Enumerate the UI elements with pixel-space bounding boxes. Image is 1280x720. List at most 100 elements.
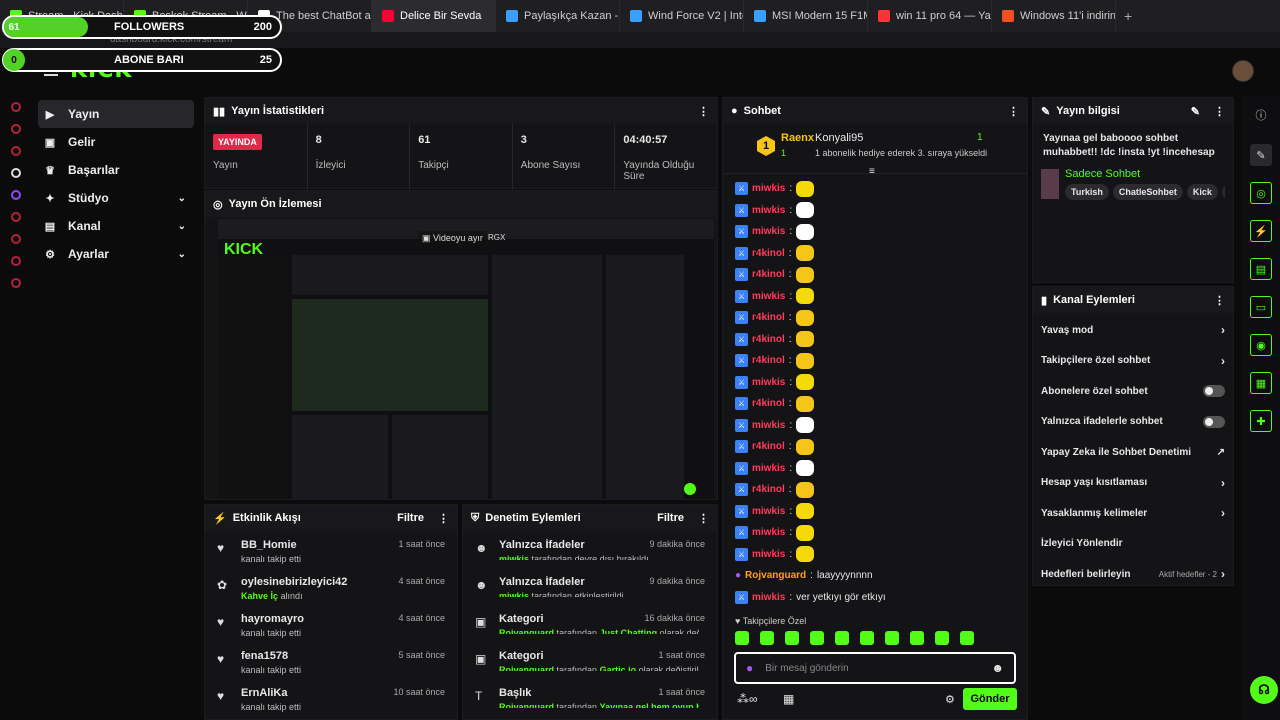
moderation-filter-button[interactable]: Filtre [657, 512, 684, 524]
more-options-icon[interactable]: ⋮ [698, 105, 709, 118]
chat-username[interactable]: r4kinol [752, 269, 785, 280]
more-options-icon[interactable]: ⋮ [1214, 294, 1225, 307]
emote-icon[interactable] [885, 631, 899, 645]
clipboard-icon[interactable]: ▤ [1250, 258, 1272, 280]
toggle-switch[interactable] [1203, 385, 1225, 398]
chevron-right-icon[interactable]: › [1221, 567, 1225, 581]
activity-filter-button[interactable]: Filtre [397, 512, 424, 524]
stream-tag[interactable]: Turkish [1065, 184, 1109, 200]
chevron-down-icon[interactable]: ⌄ [178, 193, 186, 204]
chat-username[interactable]: r4kinol [752, 312, 785, 323]
settings-icon[interactable] [11, 278, 21, 288]
extension-icon[interactable] [11, 102, 21, 112]
chat-username[interactable]: miwkis [752, 506, 785, 517]
chat-username[interactable]: r4kinol [752, 484, 785, 495]
chevron-down-icon[interactable]: ⌄ [178, 221, 186, 232]
stream-tag[interactable]: ChatleSohbet [1112, 184, 1183, 200]
moderation-icon[interactable]: ▦ [1250, 372, 1272, 394]
chat-username[interactable]: miwkis [752, 226, 785, 237]
moderation-item[interactable]: ☻ Yalnızca İfadeler miwkis tarafından devr… [463, 531, 717, 568]
chat-username[interactable]: miwkis [752, 463, 785, 474]
collapse-icon[interactable]: ≡ [869, 166, 875, 177]
moderation-item[interactable]: ▣ Kategori Rojvanguard tarafından Just Cha… [463, 605, 717, 642]
emoji-icon[interactable]: ☻ [991, 661, 1004, 675]
browser-tab[interactable]: MSI Modern 15 F1MG-6 [744, 0, 868, 32]
chevron-right-icon[interactable]: › [1221, 476, 1225, 490]
chat-icon[interactable]: ▭ [1250, 296, 1272, 318]
chat-username[interactable]: miwkis [752, 420, 785, 431]
more-options-icon[interactable]: ⋮ [438, 512, 449, 525]
chat-username[interactable]: r4kinol [752, 248, 785, 259]
category-name[interactable]: Sadece Sohbet [1065, 168, 1225, 180]
chat-username[interactable]: r4kinol [752, 441, 785, 452]
twitch-icon[interactable] [11, 190, 21, 200]
chat-username[interactable]: miwkis [752, 291, 785, 302]
nav-item-5[interactable]: ⚙ Ayarlar ⌄ [38, 240, 194, 268]
focus-icon[interactable]: ◎ [1250, 182, 1272, 204]
moderation-item[interactable]: T Başlık Rojvanguard tarafından Yayınaa ge… [463, 679, 717, 716]
extension-icon[interactable] [11, 212, 21, 222]
extension-icon[interactable] [11, 146, 21, 156]
extension-icon[interactable] [11, 124, 21, 134]
emote-icon[interactable] [835, 631, 849, 645]
chat-username[interactable]: miwkis [752, 183, 785, 194]
more-options-icon[interactable]: ⋮ [1008, 105, 1019, 118]
nav-item-3[interactable]: ✦ Stüdyo ⌄ [38, 184, 194, 212]
activity-item[interactable]: ♥ hayromayro kanalı takip etti 4 saat önce [205, 605, 457, 642]
history-icon[interactable] [11, 234, 21, 244]
chat-settings-icon[interactable]: ⚙ [945, 693, 955, 706]
edit-icon[interactable]: ✎ [1191, 105, 1200, 118]
avatar[interactable] [1232, 60, 1254, 82]
channel-action-item[interactable]: Hesap yaşı kısıtlaması › [1033, 468, 1233, 499]
support-icon[interactable]: ☊ [1250, 676, 1278, 704]
emote-icon[interactable] [760, 631, 774, 645]
toggle-switch[interactable] [1203, 415, 1225, 428]
more-options-icon[interactable]: ⋮ [698, 512, 709, 525]
nav-item-1[interactable]: ▣ Gelir [38, 128, 194, 156]
emote-icon[interactable] [910, 631, 924, 645]
chat-username[interactable]: r4kinol [752, 398, 785, 409]
points-icon[interactable]: ⁂∞ [737, 692, 758, 706]
store-icon[interactable]: ▦ [783, 692, 794, 706]
chat-username[interactable]: r4kinol [752, 334, 785, 345]
kick-small-icon[interactable] [11, 168, 21, 178]
channel-action-item[interactable]: Yalnızca ifadelerle sohbet [1033, 407, 1233, 438]
emote-icon[interactable] [785, 631, 799, 645]
bolt-icon[interactable]: ⚡ [1250, 220, 1272, 242]
activity-item[interactable]: ♥ BB_Homie kanalı takip etti 1 saat önce [205, 531, 457, 568]
browser-tab[interactable]: Paylaşıkça Kazan - Ince [496, 0, 620, 32]
stream-tag[interactable]: S [1221, 184, 1225, 200]
emote-icon[interactable] [810, 631, 824, 645]
channel-action-item[interactable]: Abonelere özel sohbet [1033, 376, 1233, 407]
chat-username[interactable]: miwkis [752, 527, 785, 538]
chat-input[interactable]: ● Bir mesaj gönderin ☻ [734, 652, 1016, 684]
chevron-right-icon[interactable]: › [1221, 506, 1225, 520]
more-options-icon[interactable]: ⋮ [1214, 105, 1225, 118]
chevron-right-icon[interactable]: › [1221, 354, 1225, 368]
chat-username[interactable]: r4kinol [752, 355, 785, 366]
browser-tab[interactable]: Windows 11'i indirin [992, 0, 1116, 32]
activity-item[interactable]: ♥ fena1578 kanalı takip etti 5 saat önce [205, 642, 457, 679]
channel-action-item[interactable]: Hedefleri belirleyin Aktif hedefler - 2 › [1033, 559, 1233, 590]
channel-action-item[interactable]: Takipçilere özel sohbet › [1033, 346, 1233, 377]
emote-icon[interactable] [735, 631, 749, 645]
chat-username[interactable]: Rojvanguard [745, 570, 806, 581]
send-button[interactable]: Gönder [963, 688, 1017, 710]
channel-action-item[interactable]: İzleyici Yönlendir [1033, 529, 1233, 560]
emote-icon[interactable] [935, 631, 949, 645]
activity-item[interactable]: ✿ oylesinebirizleyici42 Kahve İç alındı 4 s… [205, 568, 457, 605]
wrench-icon[interactable]: ✚ [1250, 410, 1272, 432]
chevron-right-icon[interactable]: › [1221, 323, 1225, 337]
emote-icon[interactable] [960, 631, 974, 645]
external-link-icon[interactable]: ↗ [1217, 447, 1225, 458]
info-icon[interactable]: ⓘ [1250, 104, 1272, 126]
channel-action-item[interactable]: Yavaş mod › [1033, 315, 1233, 346]
gifter-name[interactable]: Konyali95 [815, 132, 863, 144]
moderation-item[interactable]: ☻ Yalnızca İfadeler miwkis tarafından etki… [463, 568, 717, 605]
activity-item[interactable]: ♥ ErnAliKa kanalı takip etti 10 saat önce [205, 679, 457, 716]
top-gifter-name[interactable]: Raenx [781, 132, 814, 144]
chat-username[interactable]: miwkis [752, 592, 785, 603]
chat-username[interactable]: miwkis [752, 377, 785, 388]
browser-tab[interactable]: Wind Force V2 | Intel i5- [620, 0, 744, 32]
new-tab-icon[interactable]: + [1124, 8, 1132, 24]
